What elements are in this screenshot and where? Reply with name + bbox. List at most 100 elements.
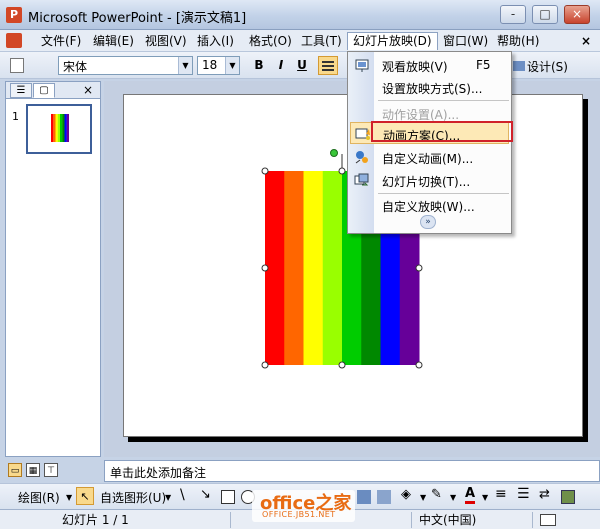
watermark-url: OFFICE.JB51.NET bbox=[262, 510, 336, 519]
align-left-icon bbox=[322, 61, 334, 71]
chevron-down-icon[interactable]: ▼ bbox=[450, 493, 456, 502]
pane-tabs: ☰ ▢ × bbox=[6, 82, 100, 99]
design-button[interactable]: 设计(S) bbox=[527, 58, 568, 75]
menu-edit[interactable]: 编辑(E) bbox=[88, 32, 139, 50]
outline-tab[interactable]: ☰ bbox=[10, 83, 32, 98]
chevron-down-icon[interactable]: ▼ bbox=[420, 493, 426, 502]
resize-handle[interactable] bbox=[415, 264, 423, 272]
font-size-combo[interactable]: 18 ▼ bbox=[197, 56, 240, 75]
menu-item-setup-show[interactable]: 设置放映方式(S)... bbox=[350, 76, 509, 98]
animation-scheme-icon bbox=[355, 126, 371, 142]
thumbnail-stripe bbox=[51, 114, 54, 142]
rectangle-icon[interactable] bbox=[221, 490, 235, 504]
chevron-down-icon[interactable]: ▼ bbox=[66, 493, 72, 502]
notes-pane[interactable]: 单击此处添加备注 bbox=[104, 460, 600, 482]
close-button[interactable]: × bbox=[564, 5, 590, 24]
maximize-button[interactable]: □ bbox=[532, 5, 558, 24]
underline-button[interactable]: U bbox=[292, 56, 312, 75]
menu-item-label: 幻灯片切换(T)... bbox=[382, 175, 471, 189]
fill-color-icon[interactable]: ◈ bbox=[401, 487, 411, 502]
chevron-down-icon[interactable]: ▼ bbox=[482, 493, 488, 502]
slide-number: 1 bbox=[12, 110, 19, 123]
autoshapes-menu-button[interactable]: 自选图形(U) bbox=[100, 489, 166, 506]
minimize-button[interactable]: - bbox=[500, 5, 526, 24]
document-close-button[interactable]: × bbox=[576, 32, 596, 50]
window-title: Microsoft PowerPoint - [演示文稿1] bbox=[28, 11, 247, 26]
chevron-down-icon[interactable]: ▼ bbox=[225, 57, 239, 74]
menu-slide-show[interactable]: 幻灯片放映(D) bbox=[347, 32, 438, 50]
menu-view[interactable]: 视图(V) bbox=[140, 32, 192, 50]
menu-separator bbox=[378, 100, 509, 101]
language-status: 中文(中国) bbox=[413, 512, 533, 528]
menu-tools[interactable]: 工具(T) bbox=[296, 32, 347, 50]
menu-item-custom-shows[interactable]: 自定义放映(W)... bbox=[350, 194, 509, 216]
highlight-outline bbox=[371, 121, 513, 142]
menu-item-view-show[interactable]: 观看放映(V) F5 bbox=[350, 54, 509, 76]
normal-view-button[interactable]: ▭ bbox=[8, 463, 22, 477]
rainbow-stripe bbox=[303, 171, 324, 365]
slideshow-icon bbox=[354, 57, 370, 73]
menu-item-shortcut: F5 bbox=[476, 58, 491, 72]
menu-item-label: 观看放映(V) bbox=[382, 60, 448, 74]
italic-button[interactable]: I bbox=[271, 56, 291, 75]
line-style-icon[interactable]: ≡ bbox=[495, 486, 507, 502]
font-combo[interactable]: 宋体 ▼ bbox=[58, 56, 193, 75]
menu-help[interactable]: 帮助(H) bbox=[492, 32, 544, 50]
design-icon bbox=[513, 61, 525, 71]
draw-menu-button[interactable]: 绘图(R) bbox=[18, 489, 60, 506]
menu-insert[interactable]: 插入(I) bbox=[192, 32, 239, 50]
resize-handle[interactable] bbox=[261, 264, 269, 272]
rainbow-stripe bbox=[322, 171, 343, 365]
insert-image-icon[interactable] bbox=[377, 490, 391, 504]
rotation-handle[interactable] bbox=[330, 149, 338, 157]
thumbnail-stripe bbox=[64, 114, 67, 142]
rainbow-stripe bbox=[284, 171, 304, 365]
dash-style-icon[interactable]: ☰ bbox=[517, 486, 530, 502]
chevron-down-icon[interactable]: ▼ bbox=[178, 57, 192, 74]
arrow-style-icon[interactable]: ⇄ bbox=[539, 487, 550, 502]
menu-format[interactable]: 格式(O) bbox=[244, 32, 297, 50]
menu-file[interactable]: 文件(F) bbox=[36, 32, 86, 50]
resize-handle[interactable] bbox=[338, 167, 346, 175]
new-document-icon[interactable] bbox=[10, 58, 24, 73]
line-color-icon[interactable]: ✎ bbox=[431, 487, 442, 502]
thumbnail-stripe bbox=[60, 114, 63, 142]
align-left-button[interactable] bbox=[318, 56, 338, 75]
resize-handle[interactable] bbox=[415, 361, 423, 369]
slide-thumbnail[interactable] bbox=[26, 104, 92, 154]
spelling-icon[interactable] bbox=[540, 514, 556, 526]
slide-transition-icon bbox=[354, 172, 370, 188]
select-objects-icon[interactable]: ↖ bbox=[76, 487, 94, 505]
resize-handle[interactable] bbox=[261, 167, 269, 175]
resize-handle[interactable] bbox=[261, 361, 269, 369]
menu-item-slide-transition[interactable]: 幻灯片切换(T)... bbox=[350, 169, 509, 191]
arrow-icon[interactable]: ↘ bbox=[200, 487, 211, 502]
bold-button[interactable]: B bbox=[249, 56, 269, 75]
chevron-down-icon[interactable]: ▼ bbox=[165, 493, 171, 502]
slide-sorter-view-button[interactable]: ▦ bbox=[26, 463, 40, 477]
title-bar: P Microsoft PowerPoint - [演示文稿1] - □ × bbox=[0, 0, 600, 30]
slides-tab[interactable]: ▢ bbox=[33, 83, 55, 98]
document-icon[interactable] bbox=[6, 33, 22, 48]
powerpoint-app-icon[interactable]: P bbox=[6, 7, 22, 23]
custom-animation-icon bbox=[354, 149, 370, 165]
expand-menu-icon[interactable]: » bbox=[420, 215, 436, 229]
line-icon[interactable]: \ bbox=[180, 487, 185, 503]
menu-item-label: 自定义动画(M)... bbox=[382, 152, 474, 166]
view-buttons: ▭ ▦ ⊤ bbox=[5, 463, 101, 481]
slide-show-menu: 观看放映(V) F5 设置放映方式(S)... 动作设置(A)... 动画方案(… bbox=[347, 51, 512, 234]
thumbnail-stripe bbox=[57, 114, 61, 142]
menu-window[interactable]: 窗口(W) bbox=[438, 32, 493, 50]
menu-item-label: 设置放映方式(S)... bbox=[382, 82, 483, 96]
thumbnail-stripe bbox=[55, 114, 58, 142]
thumbnail-stripe bbox=[62, 114, 65, 142]
font-name: 宋体 bbox=[63, 60, 88, 74]
shadow-style-icon[interactable] bbox=[561, 490, 575, 504]
insert-picture-icon[interactable] bbox=[357, 490, 371, 504]
slide-show-view-button[interactable]: ⊤ bbox=[44, 463, 58, 477]
font-color-icon[interactable]: A bbox=[465, 487, 476, 504]
resize-handle[interactable] bbox=[338, 361, 346, 369]
menu-item-custom-animation[interactable]: 自定义动画(M)... bbox=[350, 146, 509, 168]
close-pane-icon[interactable]: × bbox=[83, 83, 93, 97]
slides-pane: ☰ ▢ × 1 bbox=[5, 81, 101, 457]
